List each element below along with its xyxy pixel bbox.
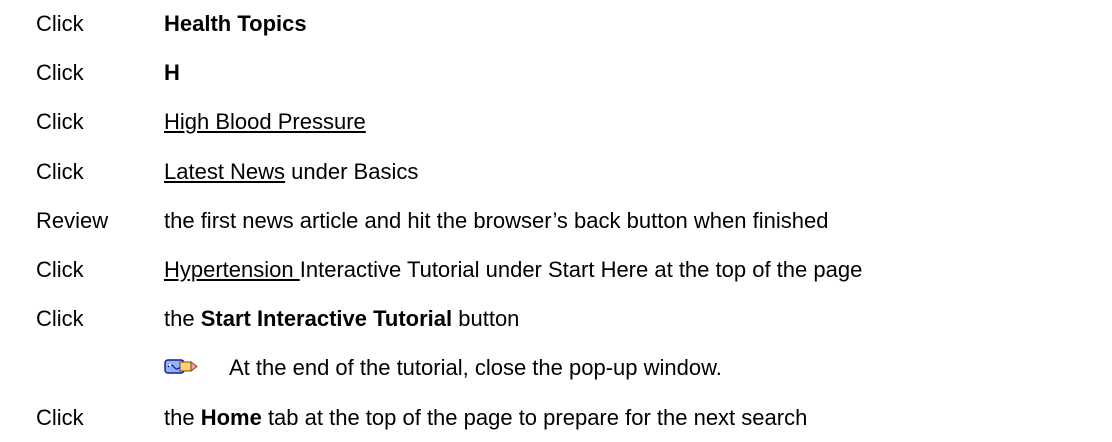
step-target-start-tutorial: Start Interactive Tutorial: [200, 306, 453, 331]
step-text: the Home tab at the top of the page to p…: [164, 402, 807, 434]
step-verb: Click: [36, 159, 84, 184]
step-verb: Click: [36, 405, 84, 430]
step-text-after: under Basics: [285, 159, 419, 184]
note-text: At the end of the tutorial, close the po…: [229, 355, 722, 380]
link-latest-news[interactable]: Latest News: [164, 159, 285, 184]
step-target-health-topics: Health Topics: [164, 11, 307, 36]
step-text-after: tab at the top of the page to prepare fo…: [261, 405, 808, 430]
step-text: the Start Interactive Tutorial button: [164, 303, 519, 335]
step-text-after: button: [452, 306, 520, 331]
step-text-after: Interactive Tutorial under Start Here at…: [299, 257, 863, 282]
step-text: Latest News under Basics: [164, 156, 418, 188]
step-text-before: the: [164, 306, 201, 331]
step-target-letter-h: H: [164, 60, 180, 85]
step-verb: Click: [36, 11, 84, 36]
step-verb: Click: [36, 306, 84, 331]
step-text: Hypertension Interactive Tutorial under …: [164, 254, 862, 286]
step-target-home: Home: [200, 405, 262, 430]
step-verb: Review: [36, 208, 109, 233]
step-verb: Click: [36, 257, 84, 282]
pencil-note-icon: [164, 359, 198, 374]
link-hypertension[interactable]: Hypertension: [164, 257, 300, 282]
step-verb: Click: [36, 60, 84, 85]
link-high-blood-pressure[interactable]: High Blood Pressure: [164, 106, 366, 138]
step-verb: Click: [36, 109, 84, 134]
step-text-before: the: [164, 405, 201, 430]
step-text: the first news article and hit the brows…: [164, 208, 829, 233]
